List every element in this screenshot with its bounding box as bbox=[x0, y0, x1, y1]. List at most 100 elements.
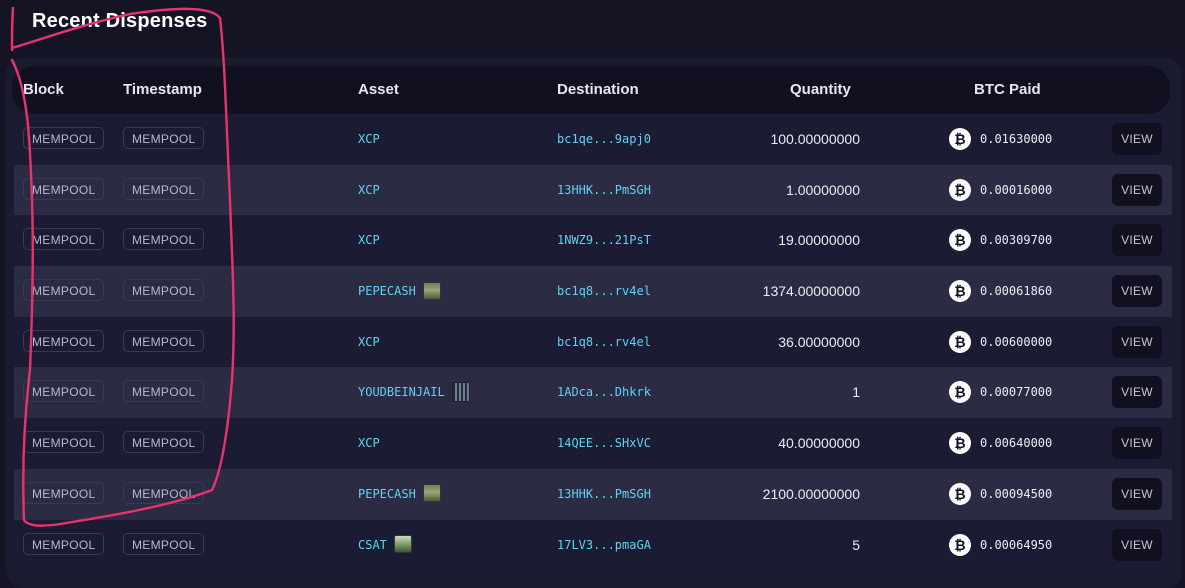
header-block: Block bbox=[23, 81, 64, 98]
pepe-card-thumbnail-icon bbox=[422, 484, 441, 503]
bitcoin-icon: ₿ bbox=[949, 533, 971, 556]
timestamp-mempool-badge: MEMPOOL bbox=[123, 177, 205, 200]
block-mempool-badge: MEMPOOL bbox=[23, 228, 105, 251]
view-button[interactable]: VIEW bbox=[1112, 123, 1162, 155]
table-row: MEMPOOL MEMPOOL XCP 14QEE...SHxVC 40.000… bbox=[14, 418, 1172, 469]
table-body: MEMPOOL MEMPOOL XCP bc1qe...9apj0 100.00… bbox=[14, 114, 1172, 571]
asset-link[interactable]: XCP bbox=[358, 215, 380, 265]
destination-link[interactable]: 17LV3...pmaGA bbox=[557, 520, 651, 570]
block-mempool-badge: MEMPOOL bbox=[23, 380, 105, 403]
asset-link[interactable]: XCP bbox=[358, 418, 380, 468]
quantity-value: 2100.00000000 bbox=[762, 485, 860, 502]
timestamp-mempool-badge: MEMPOOL bbox=[123, 279, 205, 302]
table-row: MEMPOOL MEMPOOL XCP bc1qe...9apj0 100.00… bbox=[14, 114, 1172, 165]
table-row: MEMPOOL MEMPOOL XCP bc1q8...rv4el 36.000… bbox=[14, 316, 1172, 368]
table-row: MEMPOOL MEMPOOL XCP 13HHK...PmSGH 1.0000… bbox=[14, 164, 1172, 216]
quantity-value: 100.00000000 bbox=[770, 131, 860, 147]
btc-paid-value: 0.01630000 bbox=[980, 132, 1053, 146]
asset-name[interactable]: XCP bbox=[358, 183, 380, 197]
asset-name[interactable]: XCP bbox=[358, 436, 380, 450]
destination-link[interactable]: bc1q8...rv4el bbox=[557, 266, 651, 316]
quantity-value: 1 bbox=[852, 384, 860, 401]
bitcoin-icon: ₿ bbox=[949, 280, 971, 303]
quantity-value: 19.00000000 bbox=[778, 232, 860, 249]
asset-name[interactable]: YOUDBEINJAIL bbox=[358, 385, 445, 399]
timestamp-mempool-badge: MEMPOOL bbox=[123, 329, 205, 352]
pepe-card-thumbnail-icon bbox=[422, 281, 441, 300]
asset-link[interactable]: CSAT bbox=[358, 520, 412, 570]
timestamp-mempool-badge: MEMPOOL bbox=[123, 228, 205, 251]
asset-name[interactable]: PEPECASH bbox=[358, 487, 416, 501]
asset-name[interactable]: CSAT bbox=[358, 538, 387, 552]
bitcoin-icon: ₿ bbox=[949, 482, 971, 505]
bitcoin-icon: ₿ bbox=[949, 432, 971, 455]
bitcoin-icon: ₿ bbox=[949, 128, 971, 150]
destination-link[interactable]: bc1qe...9apj0 bbox=[557, 114, 651, 164]
asset-link[interactable]: XCP bbox=[358, 114, 380, 164]
timestamp-mempool-badge: MEMPOOL bbox=[123, 532, 205, 555]
table-row: MEMPOOL MEMPOOL XCP 1NWZ9...21PsT 19.000… bbox=[14, 215, 1172, 267]
block-mempool-badge: MEMPOOL bbox=[23, 431, 105, 454]
jail-card-thumbnail-icon bbox=[451, 381, 470, 402]
section-title: Recent Dispenses bbox=[32, 10, 208, 32]
view-button[interactable]: VIEW bbox=[1112, 275, 1162, 308]
btc-paid-value: 0.00309700 bbox=[980, 233, 1053, 248]
csat-card-thumbnail-icon bbox=[393, 535, 412, 553]
view-button[interactable]: VIEW bbox=[1112, 376, 1162, 409]
table-header: Block Timestamp Asset Destination Quanti… bbox=[12, 66, 1170, 114]
asset-name[interactable]: XCP bbox=[358, 233, 380, 247]
btc-paid-value: 0.00600000 bbox=[980, 334, 1053, 349]
quantity-value: 5 bbox=[852, 536, 860, 553]
timestamp-mempool-badge: MEMPOOL bbox=[123, 380, 205, 403]
asset-link[interactable]: YOUDBEINJAIL bbox=[358, 367, 470, 417]
timestamp-mempool-badge: MEMPOOL bbox=[123, 431, 205, 454]
destination-link[interactable]: bc1q8...rv4el bbox=[557, 317, 651, 367]
destination-link[interactable]: 14QEE...SHxVC bbox=[557, 418, 651, 468]
quantity-value: 36.00000000 bbox=[778, 333, 860, 350]
bitcoin-icon: ₿ bbox=[949, 229, 971, 252]
asset-name[interactable]: PEPECASH bbox=[358, 284, 416, 298]
timestamp-mempool-badge: MEMPOOL bbox=[123, 481, 205, 504]
quantity-value: 40.00000000 bbox=[778, 435, 860, 452]
view-button[interactable]: VIEW bbox=[1112, 224, 1162, 257]
asset-link[interactable]: XCP bbox=[358, 165, 380, 215]
btc-paid-value: 0.00064950 bbox=[980, 537, 1053, 552]
block-mempool-badge: MEMPOOL bbox=[23, 532, 105, 555]
asset-name[interactable]: XCP bbox=[358, 132, 380, 146]
bitcoin-icon: ₿ bbox=[949, 381, 971, 404]
destination-link[interactable]: 13HHK...PmSGH bbox=[557, 469, 651, 519]
view-button[interactable]: VIEW bbox=[1112, 427, 1162, 460]
block-mempool-badge: MEMPOOL bbox=[23, 279, 105, 302]
quantity-value: 1.00000000 bbox=[786, 181, 860, 198]
view-button[interactable]: VIEW bbox=[1112, 477, 1162, 510]
block-mempool-badge: MEMPOOL bbox=[23, 127, 105, 149]
table-row: MEMPOOL MEMPOOL YOUDBEINJAIL 1ADca...Dhk… bbox=[14, 367, 1172, 419]
table-row: MEMPOOL MEMPOOL PEPECASH 13HHK...PmSGH 2… bbox=[14, 468, 1172, 520]
quantity-value: 1374.00000000 bbox=[762, 283, 860, 300]
block-mempool-badge: MEMPOOL bbox=[23, 481, 105, 504]
block-mempool-badge: MEMPOOL bbox=[23, 177, 105, 200]
block-mempool-badge: MEMPOOL bbox=[23, 329, 105, 352]
header-destination: Destination bbox=[557, 81, 639, 98]
table-row: MEMPOOL MEMPOOL PEPECASH bc1q8...rv4el 1… bbox=[14, 266, 1172, 317]
btc-paid-value: 0.00640000 bbox=[980, 436, 1053, 451]
header-asset: Asset bbox=[358, 81, 399, 98]
header-btc-paid: BTC Paid bbox=[974, 81, 1041, 98]
btc-paid-value: 0.00077000 bbox=[980, 385, 1053, 400]
asset-link[interactable]: XCP bbox=[358, 317, 380, 367]
destination-link[interactable]: 1NWZ9...21PsT bbox=[557, 215, 651, 265]
view-button[interactable]: VIEW bbox=[1112, 325, 1162, 358]
destination-link[interactable]: 13HHK...PmSGH bbox=[557, 165, 651, 215]
btc-paid-value: 0.00061860 bbox=[980, 284, 1053, 299]
btc-paid-value: 0.00016000 bbox=[980, 182, 1053, 197]
asset-link[interactable]: PEPECASH bbox=[358, 469, 441, 519]
asset-link[interactable]: PEPECASH bbox=[358, 266, 441, 316]
table-row: MEMPOOL MEMPOOL CSAT 17LV3...pmaGA 5 ₿ 0… bbox=[14, 519, 1172, 571]
asset-name[interactable]: XCP bbox=[358, 335, 380, 349]
header-timestamp: Timestamp bbox=[123, 81, 202, 98]
view-button[interactable]: VIEW bbox=[1112, 173, 1162, 206]
destination-link[interactable]: 1ADca...Dhkrk bbox=[557, 367, 651, 417]
bitcoin-icon: ₿ bbox=[949, 178, 971, 201]
bitcoin-icon: ₿ bbox=[949, 330, 971, 353]
view-button[interactable]: VIEW bbox=[1112, 528, 1162, 561]
